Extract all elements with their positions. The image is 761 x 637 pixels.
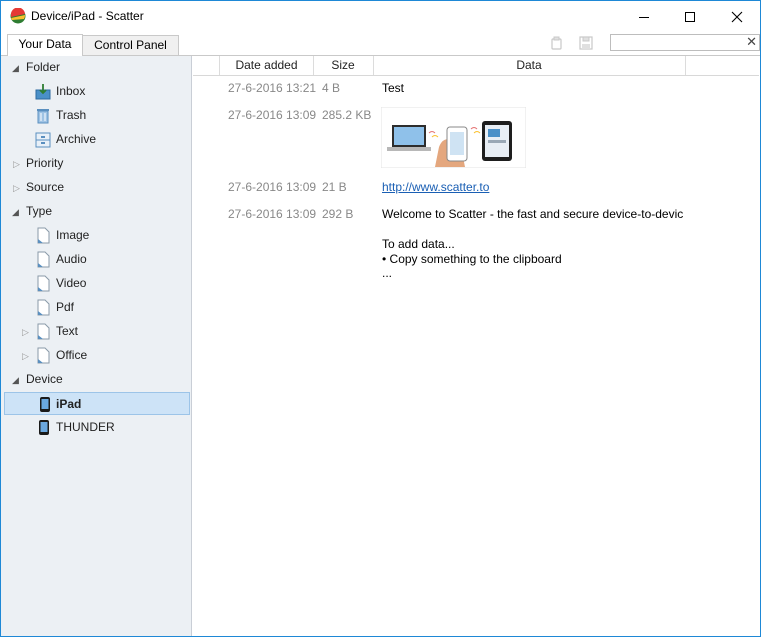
file-icon <box>37 251 50 268</box>
cell-date: 27-6-2016 13:09 <box>228 180 317 194</box>
tree-node-archive[interactable]: Archive <box>1 128 191 151</box>
close-icon <box>731 11 743 22</box>
cell-data: Test <box>382 81 405 95</box>
cell-date: 27-6-2016 13:21 <box>228 81 317 95</box>
tree-node-type[interactable]: ◢ Type <box>1 200 191 223</box>
cell-size: 21 B <box>322 180 347 194</box>
cell-size: 4 B <box>322 81 341 95</box>
tree-node-inbox[interactable]: Inbox <box>1 80 191 103</box>
tree-node-priority[interactable]: ▷ Priority <box>1 152 191 175</box>
expand-arrow-icon[interactable]: ◢ <box>12 63 19 74</box>
tree-node-source[interactable]: ▷ Source <box>1 176 191 199</box>
column-divider[interactable] <box>219 56 220 75</box>
image-thumbnail[interactable] <box>381 107 526 168</box>
tree-label: Priority <box>26 156 64 170</box>
data-table: Date added Size Data 27-6-2016 13:21 4 B… <box>193 56 759 636</box>
phone-icon <box>39 420 49 435</box>
cell-size: 285.2 KB <box>322 108 372 122</box>
tree-label: Pdf <box>56 300 75 314</box>
file-icon <box>37 323 50 340</box>
trash-icon <box>37 109 49 124</box>
column-divider[interactable] <box>373 56 374 75</box>
tab-control-panel[interactable]: Control Panel <box>82 35 179 55</box>
tree-label: Archive <box>56 132 97 146</box>
cell-data-line: To add data... <box>382 237 455 251</box>
tree-node-folder[interactable]: ◢ Folder <box>1 56 191 79</box>
app-window: Device/iPad - Scatter Your Data Control … <box>0 0 761 637</box>
maximize-button[interactable] <box>667 1 713 32</box>
cell-data-line: Welcome to Scatter - the fast and secure… <box>382 207 684 221</box>
save-icon[interactable] <box>577 34 595 52</box>
column-header-filler <box>685 56 759 76</box>
phone-icon <box>40 397 50 412</box>
tree-node-text[interactable]: ▷ Text <box>1 320 191 343</box>
tree-node-thunder[interactable]: THUNDER <box>1 416 191 439</box>
tab-bar: Your Data Control Panel ✕ <box>1 32 760 56</box>
tree-node-pdf[interactable]: Pdf <box>1 296 191 319</box>
tree-node-device[interactable]: ◢ Device <box>1 368 191 391</box>
column-header-size[interactable]: Size <box>313 56 373 76</box>
tree-label: Video <box>56 276 87 290</box>
tree-label: Trash <box>56 108 87 122</box>
cell-data-line: • Copy something to the clipboard <box>382 252 562 266</box>
expand-arrow-icon[interactable]: ◢ <box>12 207 19 218</box>
tree-node-image[interactable]: Image <box>1 224 191 247</box>
column-header-spacer <box>193 56 220 76</box>
tree-label: Device <box>26 372 63 386</box>
collapse-arrow-icon[interactable]: ▷ <box>22 351 29 362</box>
tree-label: THUNDER <box>56 420 115 434</box>
copy-icon[interactable] <box>548 34 566 52</box>
scatter-logo-icon <box>10 8 26 24</box>
archive-icon <box>35 132 51 148</box>
tree-label: Text <box>56 324 79 338</box>
file-icon <box>37 347 50 364</box>
tree-node-audio[interactable]: Audio <box>1 248 191 271</box>
tab-your-data[interactable]: Your Data <box>7 34 83 56</box>
file-icon <box>37 275 50 292</box>
collapse-arrow-icon[interactable]: ▷ <box>13 159 20 170</box>
tree-node-trash[interactable]: Trash <box>1 104 191 127</box>
search-input[interactable]: ✕ <box>610 34 760 51</box>
cell-date: 27-6-2016 13:09 <box>228 207 317 221</box>
cell-data-line: ... <box>382 266 393 280</box>
tree-label: Source <box>26 180 65 194</box>
close-button[interactable] <box>714 1 760 32</box>
window-title: Device/iPad - Scatter <box>31 9 144 23</box>
title-bar[interactable]: Device/iPad - Scatter <box>1 1 760 32</box>
cell-date: 27-6-2016 13:09 <box>228 108 317 122</box>
column-divider[interactable] <box>313 56 314 75</box>
maximize-icon <box>685 11 695 22</box>
search-clear-icon[interactable]: ✕ <box>746 34 757 50</box>
file-icon <box>37 227 50 244</box>
tree-label: Audio <box>56 252 87 266</box>
column-divider[interactable] <box>685 56 686 75</box>
tree-label: Office <box>56 348 88 362</box>
tree-label: iPad <box>56 397 82 411</box>
tree-node-video[interactable]: Video <box>1 272 191 295</box>
minimize-icon <box>639 16 649 18</box>
column-header-date[interactable]: Date added <box>220 56 313 76</box>
cell-size: 292 B <box>322 207 354 221</box>
tree-label: Image <box>56 228 90 242</box>
tree-label: Type <box>26 204 53 218</box>
collapse-arrow-icon[interactable]: ▷ <box>13 183 20 194</box>
expand-arrow-icon[interactable]: ◢ <box>12 375 19 386</box>
collapse-arrow-icon[interactable]: ▷ <box>22 327 29 338</box>
file-icon <box>37 299 50 316</box>
cell-link[interactable]: http://www.scatter.to <box>382 180 489 194</box>
tree-label: Folder <box>26 60 61 74</box>
tree-node-office[interactable]: ▷ Office <box>1 344 191 367</box>
column-header-data[interactable]: Data <box>373 56 685 76</box>
tree-node-ipad[interactable]: iPad <box>4 392 190 415</box>
sidebar-tree: ◢ Folder Inbox Trash Archive ▷ Priority … <box>1 56 192 636</box>
inbox-icon <box>35 84 51 100</box>
tree-label: Inbox <box>56 84 86 98</box>
minimize-button[interactable] <box>621 1 667 32</box>
